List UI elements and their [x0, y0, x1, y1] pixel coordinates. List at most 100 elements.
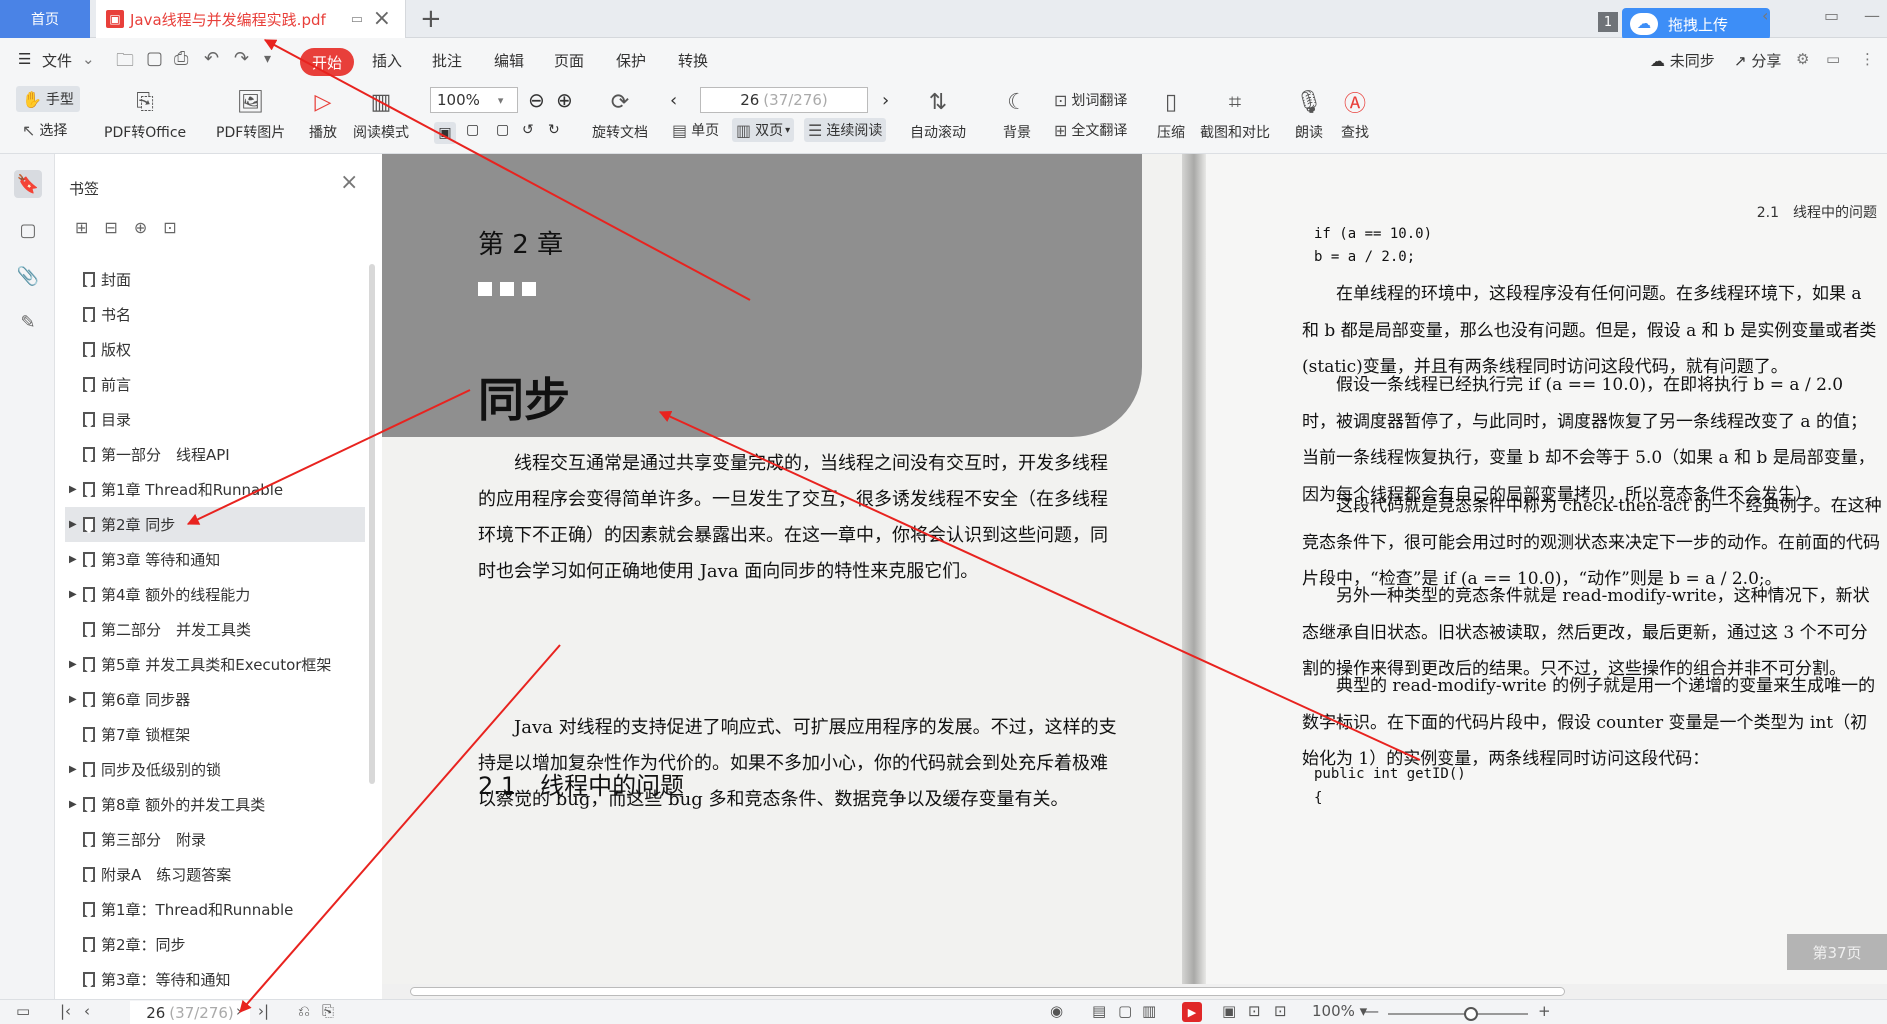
minimize-icon[interactable]: ▭	[1824, 6, 1839, 25]
chevron-down-icon[interactable]: ⌄	[82, 50, 95, 68]
share-button[interactable]: ↗ 分享	[1734, 50, 1781, 71]
fit-width-icon[interactable]: ▢	[466, 122, 479, 138]
actual-size-icon[interactable]: ⊡	[1274, 1002, 1287, 1020]
zoom-in-icon[interactable]: +	[1538, 1002, 1551, 1020]
expand-arrow-icon[interactable]: ▶	[69, 764, 83, 775]
select-tool[interactable]: ↖ 选择	[22, 120, 67, 140]
zoom-slider-handle[interactable]	[1464, 1007, 1478, 1021]
zoom-slider[interactable]	[1388, 1007, 1528, 1021]
expand-arrow-icon[interactable]: ▶	[69, 519, 83, 530]
fit-page-icon[interactable]: ▣	[434, 122, 456, 144]
sidebar-item[interactable]: 第三部分 附录	[55, 822, 365, 857]
sidebar-item[interactable]: ▶ 第6章 同步器	[55, 682, 365, 717]
sidebar-item[interactable]: ▶ 第4章 额外的线程能力	[55, 577, 365, 612]
sidebar-item[interactable]: 第7章 锁框架	[55, 717, 365, 752]
hand-tool[interactable]: ✋ 手型	[16, 86, 80, 112]
background-button[interactable]: ☾ 背景	[1000, 84, 1034, 142]
menu-start[interactable]: 开始	[300, 48, 354, 76]
forward-icon[interactable]: ⎘	[322, 1002, 334, 1020]
sidebar-item[interactable]: 第1章：Thread和Runnable	[55, 892, 365, 927]
play-slideshow-icon[interactable]: ▶	[1182, 1002, 1202, 1022]
expand-arrow-icon[interactable]: ▶	[69, 554, 83, 565]
bookmark-panel-icon[interactable]: 🔖	[14, 170, 42, 198]
close-tab-icon[interactable]: ×	[373, 6, 391, 31]
menu-protect[interactable]: 保护	[616, 50, 646, 71]
prev-page-icon[interactable]: ‹	[670, 90, 677, 111]
expand-arrow-icon[interactable]: ▶	[69, 589, 83, 600]
continuous-read-button[interactable]: ☰ 连续阅读	[804, 118, 887, 142]
sidebar-scrollbar[interactable]	[369, 264, 375, 784]
expand-arrow-icon[interactable]: ▶	[69, 484, 83, 495]
sidebar-item[interactable]: 附录A 练习题答案	[55, 857, 365, 892]
drag-upload-button[interactable]: ☁ 拖拽上传	[1622, 8, 1770, 40]
layout-continuous-icon[interactable]: ▤	[1092, 1002, 1106, 1020]
pdf-to-office-button[interactable]: ⎘ PDF转Office	[104, 84, 186, 142]
rotate-right-icon[interactable]: ↻	[548, 122, 560, 138]
menu-annotate[interactable]: 批注	[432, 50, 462, 71]
tab-document[interactable]: ▣ Java线程与并发编程实践.pdf ▭ ×	[96, 0, 406, 38]
sidebar-item[interactable]: 封面	[55, 262, 365, 297]
next-page-icon[interactable]: ›	[882, 90, 889, 111]
more-icon[interactable]: —	[1864, 6, 1880, 25]
kebab-icon[interactable]: ⋮	[1860, 50, 1875, 68]
sidebar-item[interactable]: 书名	[55, 297, 365, 332]
save-icon[interactable]: ▢	[146, 48, 163, 69]
actual-size-icon[interactable]: ▢	[496, 122, 509, 138]
page-input[interactable]: 26 (37/276)	[700, 87, 868, 113]
status-zoom[interactable]: 100% ▾	[1312, 1002, 1367, 1020]
zoom-out-icon[interactable]: ⊖	[528, 88, 545, 112]
prev-page-icon[interactable]: ‹	[84, 1002, 90, 1020]
sidebar-item[interactable]: ▶ 第8章 额外的并发工具类	[55, 787, 365, 822]
undo-icon[interactable]: ↶	[204, 48, 219, 69]
menu-page[interactable]: 页面	[554, 50, 584, 71]
rotate-left-icon[interactable]: ↺	[522, 122, 534, 138]
pdf-to-image-button[interactable]: 🖼 PDF转图片	[216, 84, 285, 142]
hamburger-icon[interactable]: ☰	[18, 50, 31, 68]
print-icon[interactable]: ⎙	[174, 48, 188, 69]
menu-edit[interactable]: 编辑	[494, 50, 524, 71]
menu-file[interactable]: 文件	[42, 50, 72, 71]
sidebar-item[interactable]: 第二部分 并发工具类	[55, 612, 365, 647]
settings-icon[interactable]: ⚙	[1796, 50, 1809, 68]
read-aloud-button[interactable]: 🎙 朗读	[1292, 84, 1326, 142]
full-translate-button[interactable]: ⊞ 全文翻译	[1054, 120, 1127, 140]
sidebar-item[interactable]: 版权	[55, 332, 365, 367]
zoom-out-icon[interactable]: —	[1364, 1002, 1379, 1020]
layout-single-icon[interactable]: ▢	[1118, 1002, 1132, 1020]
scrollbar-thumb[interactable]	[410, 987, 1565, 996]
screenshot-compare-button[interactable]: ⌗ 截图和对比	[1200, 84, 1270, 142]
status-page-input[interactable]: 26 (37/276)	[130, 1001, 250, 1024]
expand-arrow-icon[interactable]: ▶	[69, 659, 83, 670]
play-button[interactable]: ▷ 播放	[306, 84, 340, 142]
collapse-all-icon[interactable]: ⊟	[104, 218, 117, 237]
zoom-in-icon[interactable]: ⊕	[556, 88, 573, 112]
horizontal-scrollbar[interactable]	[382, 984, 1887, 999]
expand-arrow-icon[interactable]: ▶	[69, 799, 83, 810]
expand-arrow-icon[interactable]: ▶	[69, 694, 83, 705]
fit-width-icon[interactable]: ⊡	[1248, 1002, 1261, 1020]
open-folder-icon[interactable]: 🗀	[116, 48, 134, 78]
signature-icon[interactable]: ✎	[14, 308, 42, 336]
document-view[interactable]: 第 2 章 同步 线程交互通常是通过共享变量完成的，当线程之间没有交互时，开发多…	[382, 154, 1887, 999]
sidebar-item[interactable]: 前言	[55, 367, 365, 402]
next-page-icon[interactable]: ›	[236, 1002, 242, 1020]
sidebar-item[interactable]: 第2章：同步	[55, 927, 365, 962]
menu-convert[interactable]: 转换	[678, 50, 708, 71]
add-bookmark-icon[interactable]: ⊕	[134, 218, 147, 237]
redo-icon[interactable]: ↷	[234, 48, 249, 69]
word-translate-button[interactable]: ⊡ 划词翻译	[1054, 90, 1127, 110]
sidebar-item[interactable]: 第3章：等待和通知	[55, 962, 365, 997]
tab-home[interactable]: 首页	[0, 0, 90, 38]
last-page-icon[interactable]: ›|	[258, 1002, 269, 1020]
layout-double-icon[interactable]: ▥	[1142, 1002, 1156, 1020]
new-tab-button[interactable]: +	[420, 4, 442, 34]
sidebar-item[interactable]: ▶ 第2章 同步	[65, 507, 365, 542]
auto-scroll-button[interactable]: ⇅ 自动滚动	[910, 84, 966, 142]
zoom-select[interactable]: 100% ▾	[430, 87, 518, 113]
comment-icon[interactable]: ▭	[1826, 50, 1840, 68]
compress-button[interactable]: ▯ 压缩	[1154, 84, 1188, 142]
sidebar-item[interactable]: ▶ 第3章 等待和通知	[55, 542, 365, 577]
sidebar-item[interactable]: ▶ 第1章 Thread和Runnable	[55, 472, 365, 507]
find-button[interactable]: Ⓐ 查找	[1338, 84, 1372, 142]
fit-page-icon[interactable]: ▣	[1222, 1002, 1236, 1020]
